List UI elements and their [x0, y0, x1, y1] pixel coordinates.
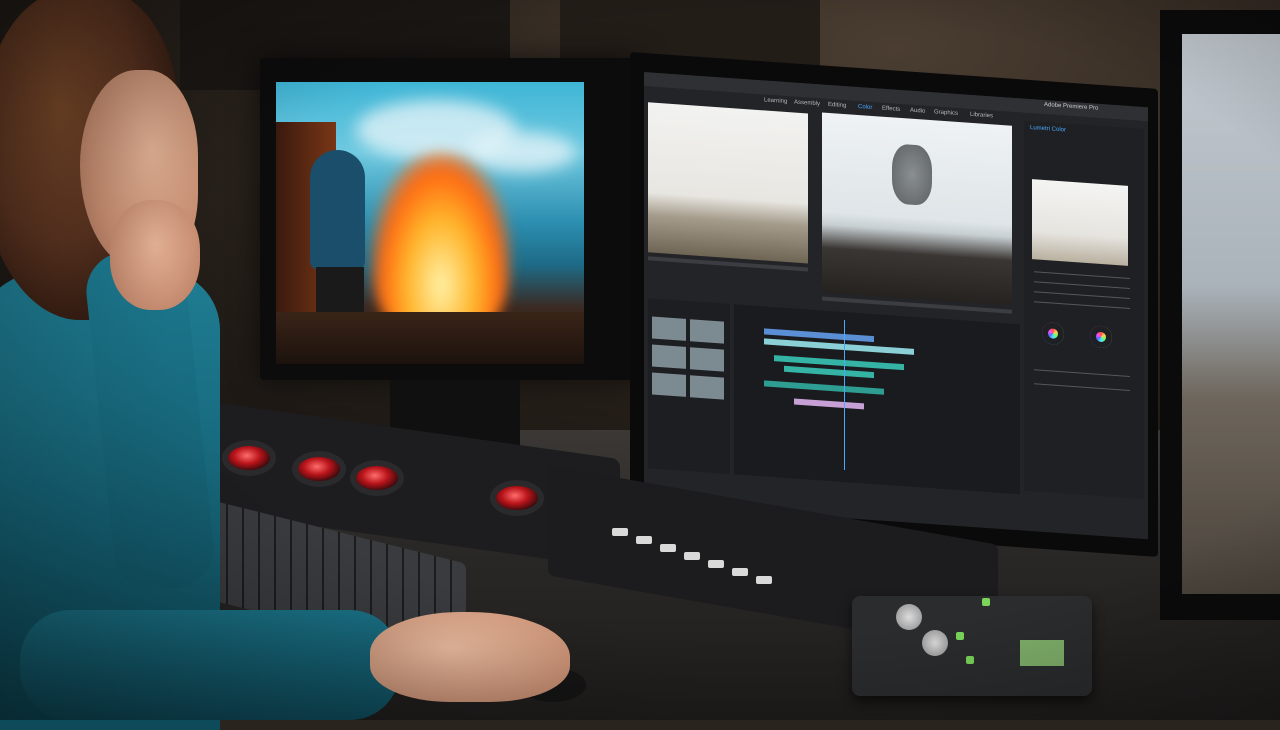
horse-rider-figure — [892, 143, 932, 207]
color-wheel-highlights[interactable] — [1090, 325, 1112, 349]
green-button[interactable] — [982, 598, 990, 606]
lumetri-preview-thumbnail — [1032, 179, 1128, 266]
workspace-tab-graphics[interactable]: Graphics — [934, 108, 958, 119]
lumetri-color-panel: Lumetri Color — [1024, 120, 1144, 499]
rocky-ground — [276, 312, 584, 364]
project-panel — [648, 298, 730, 475]
rotary-knob[interactable] — [896, 604, 922, 630]
project-clip-thumbnail[interactable] — [652, 344, 686, 369]
person-hand-on-chin — [110, 200, 200, 310]
timeline-clip-video[interactable] — [764, 338, 914, 355]
project-clip-thumbnail[interactable] — [652, 316, 686, 341]
rotary-knob[interactable] — [922, 630, 948, 656]
timeline-panel[interactable] — [734, 304, 1020, 495]
fader-knob[interactable] — [636, 536, 652, 544]
green-button[interactable] — [966, 656, 974, 664]
workspace-tab-libraries[interactable]: Libraries — [970, 111, 993, 122]
workspace-tab-audio[interactable]: Audio — [910, 107, 925, 117]
right-monitor-screen — [1182, 34, 1280, 594]
source-monitor-frame[interactable] — [648, 102, 808, 264]
fader-knob[interactable] — [732, 568, 748, 576]
timeline-playhead[interactable] — [844, 319, 845, 471]
person-hand-on-mouse — [370, 612, 570, 702]
program-monitor-frame[interactable] — [822, 112, 1012, 306]
left-monitor-screen — [276, 82, 584, 364]
fader-knob[interactable] — [756, 576, 772, 584]
person-silhouette — [310, 150, 365, 270]
lcd-display — [1020, 640, 1064, 666]
green-button[interactable] — [956, 632, 964, 640]
trackball[interactable] — [298, 457, 340, 481]
cloud — [466, 132, 576, 172]
workspace-tab-color[interactable]: Color — [858, 103, 872, 113]
project-clip-thumbnail[interactable] — [690, 347, 724, 372]
color-wheel-midtones[interactable] — [1042, 321, 1064, 346]
fader-knob[interactable] — [660, 544, 676, 552]
trackball[interactable] — [228, 446, 270, 470]
lumetri-panel-title: Lumetri Color — [1030, 124, 1067, 134]
timeline-clip-audio[interactable] — [784, 365, 874, 379]
workspace-tab-editing[interactable]: Editing — [828, 101, 846, 111]
project-clip-thumbnail[interactable] — [690, 319, 724, 344]
trackball[interactable] — [496, 486, 538, 510]
fader-knob[interactable] — [612, 528, 628, 536]
workspace-tab-assembly[interactable]: Assembly — [794, 98, 820, 109]
timeline-clip-audio[interactable] — [764, 380, 884, 395]
project-clip-thumbnail[interactable] — [690, 375, 724, 400]
timeline-clip-graphic[interactable] — [794, 398, 864, 410]
fader-knob[interactable] — [708, 560, 724, 568]
trackball[interactable] — [356, 466, 398, 490]
workspace-tab-learning[interactable]: Learning — [764, 96, 787, 107]
fader-knob[interactable] — [684, 552, 700, 560]
workspace-tab-effects[interactable]: Effects — [882, 105, 900, 115]
project-clip-thumbnail[interactable] — [652, 372, 686, 397]
editing-app-window: Adobe Premiere Pro Learning Assembly Edi… — [644, 72, 1148, 540]
person-lower-arm — [20, 610, 400, 720]
